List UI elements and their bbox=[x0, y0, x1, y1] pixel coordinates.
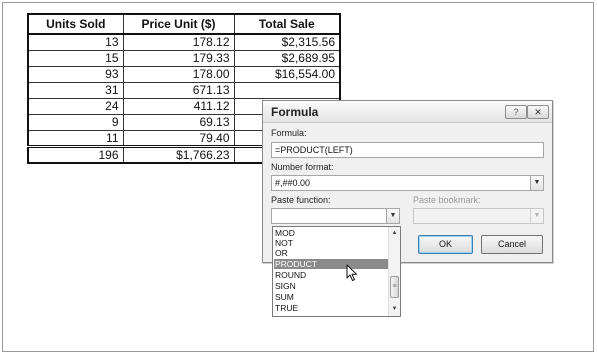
chevron-down-icon[interactable]: ▼ bbox=[530, 176, 543, 190]
table-cell[interactable]: 13 bbox=[27, 33, 124, 51]
ok-button[interactable]: OK bbox=[418, 235, 473, 254]
table-cell[interactable]: 671.13 bbox=[122, 81, 235, 99]
list-item[interactable]: SUM bbox=[274, 292, 388, 302]
formula-label: Formula: bbox=[271, 128, 307, 138]
total-units-cell[interactable]: 196 bbox=[27, 144, 124, 163]
paste-function-label: Paste function: bbox=[271, 195, 331, 205]
table-cell[interactable]: 9 bbox=[27, 113, 124, 131]
table-cell[interactable]: 31 bbox=[27, 81, 124, 99]
function-listbox[interactable]: MOD NOT OR PRODUCT ROUND SIGN SUM TRUE ▲… bbox=[272, 226, 401, 317]
number-format-select[interactable]: #,##0.00 ▼ bbox=[271, 175, 544, 191]
table-cell[interactable]: 69.13 bbox=[122, 113, 235, 131]
number-format-label: Number format: bbox=[271, 162, 334, 172]
chevron-down-icon[interactable]: ▼ bbox=[386, 209, 399, 223]
chevron-down-icon: ▼ bbox=[530, 209, 543, 223]
table-cell[interactable]: $16,554.00 bbox=[233, 65, 341, 83]
formula-value: =PRODUCT(LEFT) bbox=[275, 145, 353, 155]
table-cell[interactable]: 15 bbox=[27, 49, 124, 67]
arrow-down-icon[interactable]: ▼ bbox=[389, 304, 400, 315]
table-row: 93 178.00 $16,554.00 bbox=[27, 65, 341, 83]
paste-function-select[interactable]: ▼ bbox=[271, 208, 400, 224]
table-header-row: Units Sold Price Unit ($) Total Sale bbox=[27, 13, 341, 35]
table-row: 31 671.13 bbox=[27, 81, 341, 99]
table-cell[interactable]: 179.33 bbox=[122, 49, 235, 67]
mouse-pointer-icon bbox=[346, 264, 357, 281]
table-row: 15 179.33 $2,689.95 bbox=[27, 49, 341, 67]
list-item[interactable]: OR bbox=[274, 248, 388, 258]
arrow-up-icon[interactable]: ▲ bbox=[389, 228, 400, 239]
table-cell[interactable]: $2,315.56 bbox=[233, 33, 341, 51]
paste-bookmark-label: Paste bookmark: bbox=[413, 195, 481, 205]
table-cell[interactable]: 178.00 bbox=[122, 65, 235, 83]
table-cell[interactable]: $2,689.95 bbox=[233, 49, 341, 67]
number-format-value: #,##0.00 bbox=[275, 178, 311, 188]
table-cell[interactable]: 178.12 bbox=[122, 33, 235, 51]
scroll-thumb[interactable]: ≡ bbox=[390, 276, 399, 298]
table-cell[interactable]: 11 bbox=[27, 129, 124, 147]
paste-bookmark-select: ▼ bbox=[413, 208, 544, 224]
table-cell[interactable]: 24 bbox=[27, 97, 124, 115]
close-button[interactable]: ✕ bbox=[527, 105, 549, 119]
header-total-sale[interactable]: Total Sale bbox=[233, 13, 341, 35]
dialog-title: Formula bbox=[271, 105, 319, 119]
list-item[interactable]: TRUE bbox=[274, 303, 388, 313]
total-price-cell[interactable]: $1,766.23 bbox=[122, 144, 235, 163]
list-item-selected[interactable]: PRODUCT bbox=[274, 259, 388, 269]
table-cell[interactable] bbox=[233, 81, 341, 99]
help-button[interactable]: ? bbox=[505, 105, 527, 119]
list-item[interactable]: NOT bbox=[274, 238, 388, 248]
table-cell[interactable]: 93 bbox=[27, 65, 124, 83]
list-scrollbar[interactable]: ▲ ≡ ▼ bbox=[388, 227, 400, 316]
table-cell[interactable]: 411.12 bbox=[122, 97, 235, 115]
header-units-sold[interactable]: Units Sold bbox=[27, 13, 124, 35]
table-cell[interactable]: 79.40 bbox=[122, 129, 235, 147]
list-item[interactable]: MOD bbox=[274, 228, 388, 238]
list-item[interactable]: SIGN bbox=[274, 281, 388, 291]
header-price-unit[interactable]: Price Unit ($) bbox=[122, 13, 235, 35]
dialog-titlebar[interactable]: Formula ? ✕ bbox=[263, 101, 552, 123]
list-item[interactable]: ROUND bbox=[274, 270, 388, 280]
table-row: 13 178.12 $2,315.56 bbox=[27, 33, 341, 51]
formula-input[interactable]: =PRODUCT(LEFT) bbox=[271, 142, 544, 158]
cancel-button[interactable]: Cancel bbox=[481, 235, 543, 254]
